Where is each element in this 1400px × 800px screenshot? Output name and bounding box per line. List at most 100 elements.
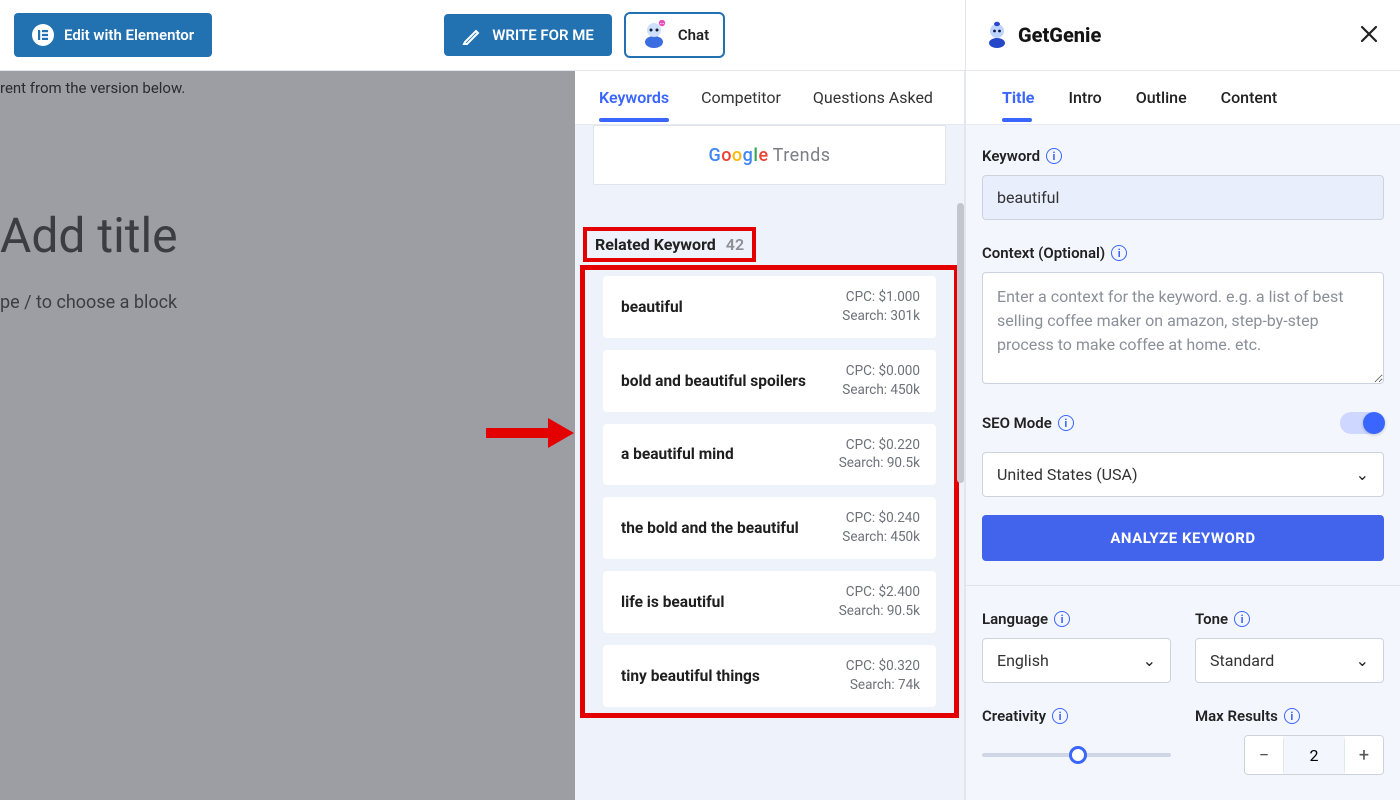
context-field-label: Context (Optional) i	[982, 244, 1384, 262]
keyword-cpc: CPC: $1.000	[842, 288, 920, 307]
keyword-field-label: Keyword i	[982, 147, 1384, 165]
info-icon[interactable]: i	[1234, 611, 1250, 627]
close-icon	[1360, 25, 1378, 43]
related-keyword-count: 42	[726, 235, 744, 254]
seo-mode-label: SEO Mode i	[982, 414, 1074, 432]
related-keyword-list-highlight: beautiful CPC: $1.000 Search: 301k bold …	[585, 270, 954, 713]
info-icon[interactable]: i	[1111, 245, 1127, 261]
write-for-me-button[interactable]: WRITE FOR ME	[444, 14, 612, 56]
svg-text:•••: •••	[660, 21, 665, 26]
right-tabs: Title Intro Outline Content	[966, 71, 1400, 125]
info-icon[interactable]: i	[1058, 415, 1074, 431]
keyword-search: Search: 301k	[842, 307, 920, 326]
keyword-cpc: CPC: $0.320	[846, 657, 920, 676]
keyword-card[interactable]: beautiful CPC: $1.000 Search: 301k	[603, 276, 936, 338]
country-select[interactable]: United States (USA) ⌄	[982, 452, 1384, 497]
keyword-name: the bold and the beautiful	[621, 519, 799, 537]
tab-questions-asked[interactable]: Questions Asked	[813, 74, 933, 121]
tone-select[interactable]: Standard ⌄	[1195, 638, 1384, 683]
keyword-cpc: CPC: $0.000	[842, 362, 920, 381]
getgenie-logo-icon	[984, 20, 1010, 50]
chevron-down-icon: ⌄	[1143, 651, 1156, 670]
keyword-search: Search: 90.5k	[839, 454, 920, 473]
keyword-name: tiny beautiful things	[621, 667, 760, 685]
keyword-name: life is beautiful	[621, 593, 724, 611]
tab-competitor[interactable]: Competitor	[701, 74, 781, 121]
keyword-name: beautiful	[621, 298, 683, 316]
chevron-down-icon: ⌄	[1356, 651, 1369, 670]
stepper-increment-button[interactable]: +	[1345, 736, 1383, 774]
tab-title[interactable]: Title	[1002, 74, 1034, 121]
keyword-meta: CPC: $1.000 Search: 301k	[842, 288, 920, 326]
tab-intro[interactable]: Intro	[1068, 74, 1101, 121]
keyword-card[interactable]: the bold and the beautiful CPC: $0.240 S…	[603, 497, 936, 559]
tone-value: Standard	[1210, 651, 1274, 670]
keyword-card[interactable]: tiny beautiful things CPC: $0.320 Search…	[603, 645, 936, 707]
keyword-meta: CPC: $2.400 Search: 90.5k	[839, 583, 920, 621]
keyword-meta: CPC: $0.240 Search: 450k	[842, 509, 920, 547]
related-keyword-header: Related Keyword 42	[587, 231, 752, 258]
info-icon[interactable]: i	[1054, 611, 1070, 627]
keyword-research-panel: Keywords Competitor Questions Asked Goog…	[575, 71, 965, 800]
keyword-cpc: CPC: $0.220	[839, 436, 920, 455]
chat-label: Chat	[678, 26, 709, 44]
keyword-cpc: CPC: $2.400	[839, 583, 920, 602]
info-icon[interactable]: i	[1046, 148, 1062, 164]
keyword-name: a beautiful mind	[621, 445, 734, 463]
keyword-meta: CPC: $0.320 Search: 74k	[846, 657, 920, 695]
related-keyword-title: Related Keyword	[595, 235, 716, 254]
keyword-search: Search: 90.5k	[839, 602, 920, 621]
related-keyword-list: beautiful CPC: $1.000 Search: 301k bold …	[603, 276, 936, 707]
trends-label: Trends	[773, 145, 831, 166]
elementor-icon	[32, 24, 54, 46]
tab-outline[interactable]: Outline	[1136, 74, 1187, 121]
keyword-name: bold and beautiful spoilers	[621, 372, 806, 390]
chat-button[interactable]: ••• Chat	[624, 12, 725, 58]
google-trends-card[interactable]: Google Trends	[593, 125, 946, 185]
creativity-label: Creativity i	[982, 707, 1171, 725]
keyword-cpc: CPC: $0.240	[842, 509, 920, 528]
info-icon[interactable]: i	[1052, 708, 1068, 724]
info-icon[interactable]: i	[1284, 708, 1300, 724]
keyword-meta: CPC: $0.000 Search: 450k	[842, 362, 920, 400]
keyword-meta: CPC: $0.220 Search: 90.5k	[839, 436, 920, 474]
brand-name: GetGenie	[1018, 23, 1101, 47]
language-value: English	[997, 651, 1049, 670]
country-value: United States (USA)	[997, 465, 1138, 484]
keyword-search: Search: 450k	[842, 528, 920, 547]
seo-mode-toggle[interactable]	[1340, 412, 1384, 434]
analyze-keyword-button[interactable]: ANALYZE KEYWORD	[982, 515, 1384, 561]
stepper-value: 2	[1283, 739, 1345, 772]
edit-with-elementor-button[interactable]: Edit with Elementor	[14, 13, 212, 57]
mid-panel-scrollbar[interactable]	[957, 203, 964, 483]
tab-keywords[interactable]: Keywords	[599, 74, 669, 121]
keyword-card[interactable]: bold and beautiful spoilers CPC: $0.000 …	[603, 350, 936, 412]
tone-label: Tone i	[1195, 610, 1384, 628]
keyword-search: Search: 450k	[842, 381, 920, 400]
language-select[interactable]: English ⌄	[982, 638, 1171, 683]
annotation-arrow-icon	[486, 418, 574, 448]
keyword-search: Search: 74k	[846, 676, 920, 695]
sidebar-header: GetGenie	[966, 0, 1400, 71]
slider-knob-icon[interactable]	[1069, 746, 1087, 764]
divider	[966, 585, 1400, 586]
keyword-card[interactable]: life is beautiful CPC: $2.400 Search: 90…	[603, 571, 936, 633]
google-logo-text: Google	[708, 145, 768, 166]
edit-with-elementor-label: Edit with Elementor	[64, 26, 194, 44]
keyword-input[interactable]	[982, 175, 1384, 220]
tab-content[interactable]: Content	[1221, 74, 1278, 121]
max-results-stepper: − 2 +	[1244, 735, 1384, 775]
genie-icon: •••	[640, 20, 668, 50]
stepper-decrement-button[interactable]: −	[1245, 736, 1283, 774]
chevron-down-icon: ⌄	[1356, 465, 1369, 484]
creativity-slider[interactable]	[982, 753, 1171, 757]
getgenie-sidebar: GetGenie Title Intro Outline Content Key…	[965, 0, 1400, 800]
write-for-me-label: WRITE FOR ME	[492, 26, 594, 44]
brand: GetGenie	[984, 20, 1101, 50]
max-results-label: Max Results i	[1195, 707, 1384, 725]
close-sidebar-button[interactable]	[1354, 18, 1384, 52]
keyword-card[interactable]: a beautiful mind CPC: $0.220 Search: 90.…	[603, 424, 936, 486]
context-textarea[interactable]	[982, 272, 1384, 384]
pen-icon	[462, 25, 482, 45]
mid-tabs: Keywords Competitor Questions Asked	[575, 71, 964, 125]
